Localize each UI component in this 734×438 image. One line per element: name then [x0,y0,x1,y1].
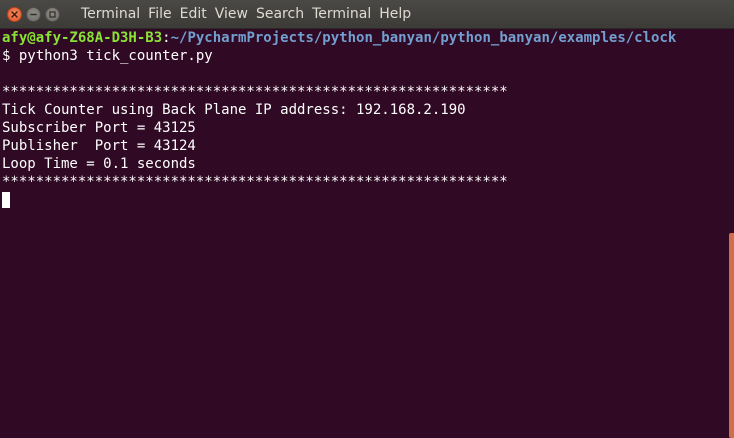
terminal-output[interactable]: afy@afy-Z68A-D3H-B3:~/PycharmProjects/py… [2,29,726,438]
close-icon [11,10,18,18]
output-subscriber-port: Subscriber Port = 43125 [2,120,196,136]
scrollbar-thumb[interactable] [729,233,734,438]
menu-terminal-app[interactable]: Terminal [77,0,144,29]
close-button[interactable] [7,6,22,22]
menu-help[interactable]: Help [375,0,415,29]
prompt-user-host: afy@afy-Z68A-D3H-B3 [2,30,163,46]
maximize-icon [49,10,56,18]
menu-file[interactable]: File [144,0,175,29]
menu-view[interactable]: View [211,0,252,29]
output-ip-address: Tick Counter using Back Plane IP address… [2,102,466,118]
terminal-window: Terminal File Edit View Search Terminal … [0,0,734,438]
command-line: $ python3 tick_counter.py [2,48,213,64]
menu-bar: Terminal File Edit View Search Terminal … [77,0,415,29]
output-separator-top: ****************************************… [2,84,508,100]
prompt-path: ~/PycharmProjects/python_banyan/python_b… [170,30,677,46]
prompt-line: afy@afy-Z68A-D3H-B3:~/PycharmProjects/py… [2,29,726,47]
output-publisher-port: Publisher Port = 43124 [2,138,196,154]
output-line-blank [2,65,726,83]
menu-search[interactable]: Search [252,0,308,29]
menu-edit[interactable]: Edit [176,0,211,29]
prompt-separator: : [162,30,171,46]
output-separator-bottom: ****************************************… [2,174,508,190]
menu-terminal[interactable]: Terminal [308,0,375,29]
output-loop-time: Loop Time = 0.1 seconds [2,156,196,172]
title-bar[interactable]: Terminal File Edit View Search Terminal … [0,0,734,29]
maximize-button[interactable] [45,6,60,22]
cursor-line [2,191,726,209]
minimize-icon [30,13,37,15]
window-controls [7,6,60,22]
text-cursor [2,192,10,208]
minimize-button[interactable] [26,6,41,22]
